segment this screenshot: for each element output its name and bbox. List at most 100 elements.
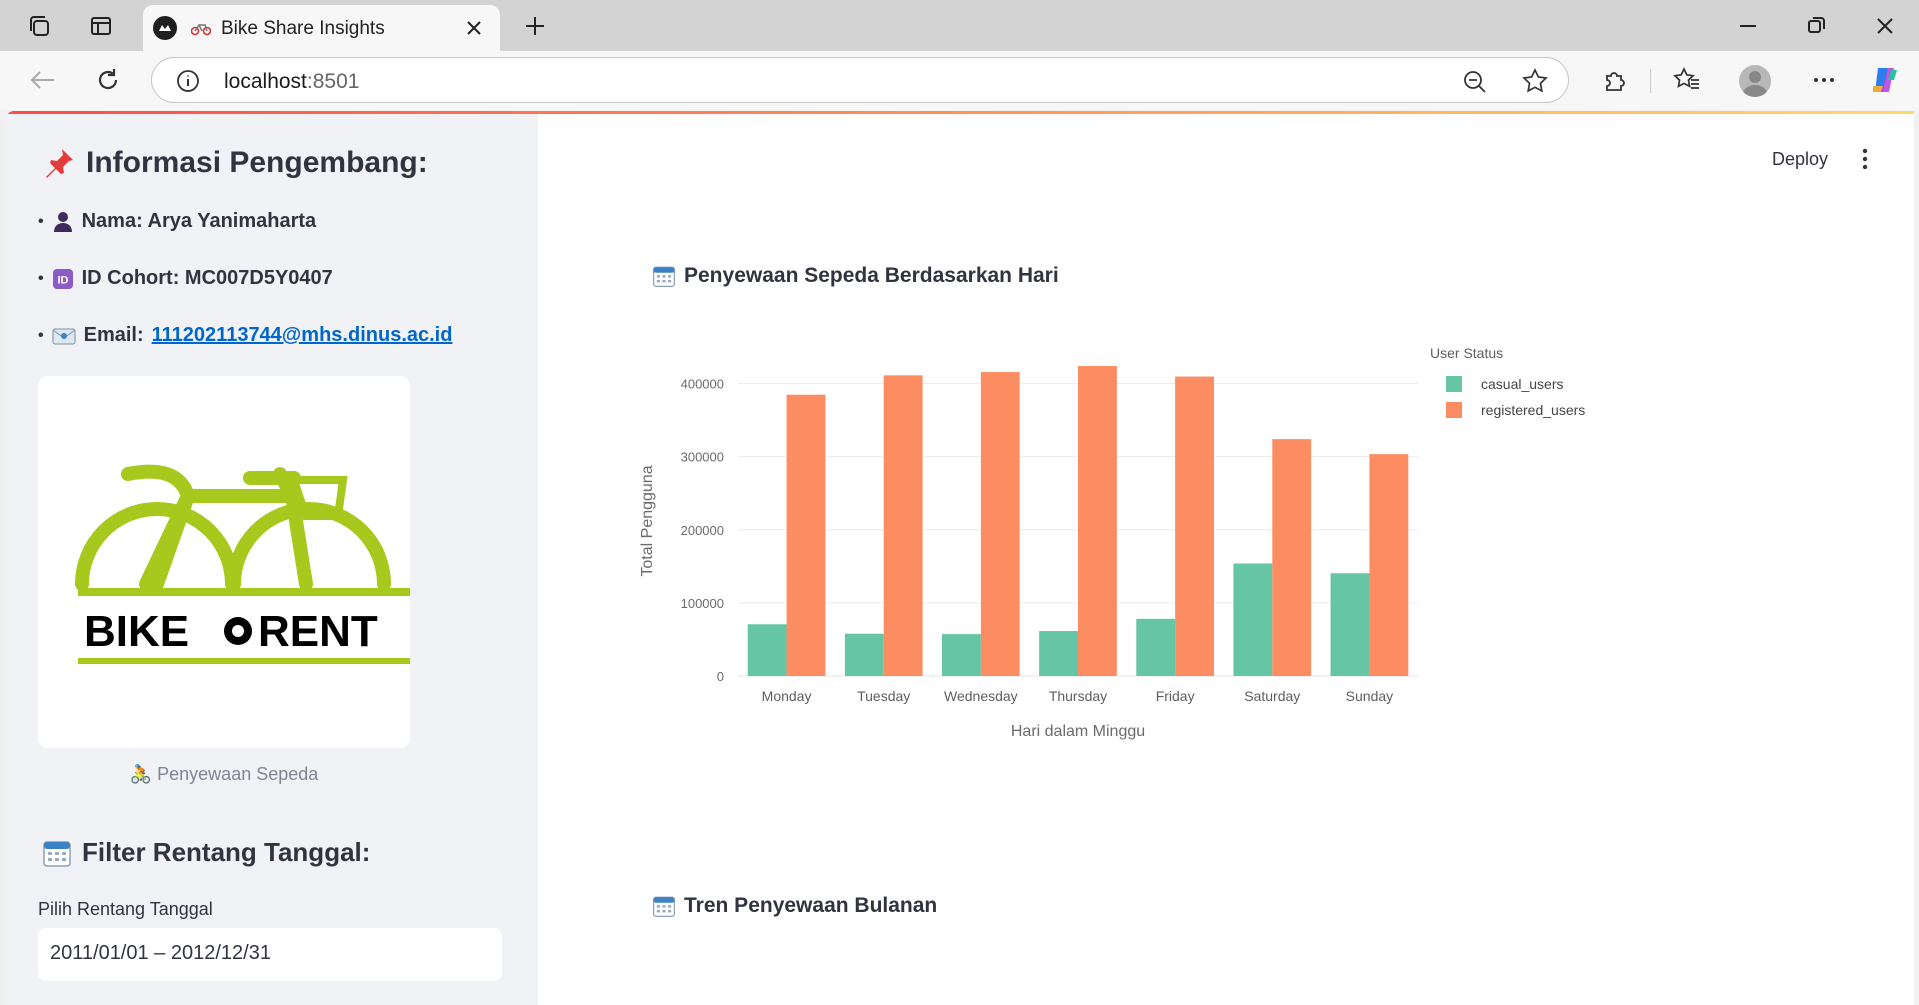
url-text[interactable]: localhost:8501	[224, 70, 359, 94]
streamlit-favicon-icon	[153, 16, 177, 40]
close-tab-icon[interactable]	[462, 16, 486, 40]
bar-casual_users	[942, 634, 981, 676]
filter-heading-text: Filter Rentang Tanggal:	[82, 837, 371, 867]
x-tick-label: Friday	[1156, 688, 1195, 704]
x-axis-label: Hari dalam Minggu	[1011, 723, 1145, 740]
bar-registered_users	[1175, 376, 1214, 676]
browser-toolbar: localhost:8501	[0, 51, 1919, 110]
x-tick-label: Tuesday	[857, 688, 910, 704]
y-tick-label: 100000	[681, 596, 724, 611]
tab-title: Bike Share Insights	[221, 18, 385, 39]
chart-bars	[747, 366, 1409, 676]
bike-rent-logo-image: BIKE RENT	[75, 464, 412, 664]
y-tick-label: 200000	[681, 523, 724, 538]
x-tick-label: Monday	[762, 688, 812, 704]
x-tick-label: Wednesday	[944, 688, 1018, 704]
legend-swatch	[1446, 402, 1462, 418]
more-options-icon[interactable]	[1811, 68, 1837, 92]
toolbar-divider	[1650, 69, 1651, 93]
y-tick-label: 0	[717, 669, 724, 684]
streamlit-app: Informasi Pengembang: • Nama: Arya Yanim…	[6, 111, 1914, 1005]
x-tick-label: Saturday	[1244, 688, 1300, 704]
developer-info-heading-text: Informasi Pengembang:	[86, 146, 428, 179]
browser-tab-bar: Bike Share Insights	[0, 0, 1919, 51]
email-link[interactable]: 111202113744@mhs.dinus.ac.id	[152, 324, 453, 347]
chart1-title-text: Penyewaan Sepeda Berdasarkan Hari	[684, 264, 1059, 287]
favorites-icon[interactable]	[1673, 66, 1701, 94]
developer-cohort-item: • ID ID Cohort: MC007D5Y0407	[38, 267, 333, 289]
legend-label: casual_users	[1481, 376, 1564, 392]
address-bar[interactable]: localhost:8501	[151, 57, 1569, 103]
gear-icon	[224, 617, 252, 645]
email-prefix: Email:	[83, 324, 144, 346]
x-tick-label: Thursday	[1049, 688, 1107, 704]
cyclist-icon: 🚴	[129, 764, 153, 784]
extensions-icon[interactable]	[1601, 67, 1627, 93]
legend-label: registered_users	[1481, 402, 1585, 418]
refresh-icon[interactable]	[94, 66, 122, 94]
filter-heading: Filter Rentang Tanggal:	[42, 837, 370, 868]
bar-registered_users	[980, 372, 1020, 676]
developer-name: Nama: Arya Yanimaharta	[81, 210, 317, 232]
bar-registered_users	[883, 375, 923, 676]
bar-registered_users	[1272, 439, 1312, 676]
legend-title: User Status	[1430, 345, 1503, 361]
logo-text-bike: BIKE	[84, 607, 189, 656]
x-tick-label: Sunday	[1346, 688, 1393, 704]
y-tick-label: 400000	[681, 377, 724, 392]
date-range-input[interactable]: 2011/01/01 – 2012/12/31	[38, 928, 502, 981]
sidebar: Informasi Pengembang: • Nama: Arya Yanim…	[6, 114, 538, 1005]
bicycle-icon	[191, 24, 211, 36]
bike-rent-logo: BIKE RENT	[38, 376, 412, 748]
chart1-title: Penyewaan Sepeda Berdasarkan Hari	[652, 264, 1059, 288]
bar-casual_users	[747, 624, 787, 676]
developer-info-heading: Informasi Pengembang:	[42, 146, 428, 180]
chart2-title-text: Tren Penyewaan Bulanan	[684, 894, 938, 917]
main-content: Deploy Penyewaan Sepeda Berdasarkan Hari…	[538, 114, 1914, 1005]
pushpin-icon	[46, 149, 73, 178]
deploy-button[interactable]: Deploy	[1772, 149, 1828, 170]
minimize-icon[interactable]	[1733, 11, 1763, 41]
main-menu-icon[interactable]	[1861, 147, 1869, 171]
email-envelope-icon	[52, 328, 76, 344]
calendar-icon	[653, 896, 675, 917]
bar-chart: 0 100000 200000 300000 400000 Monday Tuesday We…	[639, 345, 1585, 740]
tab-actions-icon[interactable]	[86, 11, 116, 41]
calendar-icon	[43, 840, 71, 867]
profile-avatar[interactable]	[1739, 65, 1771, 97]
svg-text:ID: ID	[57, 274, 68, 286]
workspaces-icon[interactable]	[24, 11, 54, 41]
bar-casual_users	[1039, 631, 1078, 676]
url-port: :8501	[306, 70, 360, 93]
restore-icon[interactable]	[1801, 11, 1831, 41]
site-info-icon[interactable]	[176, 69, 200, 93]
logo-caption-text: Penyewaan Sepeda	[157, 764, 319, 784]
y-tick-label: 300000	[681, 450, 724, 465]
url-host: localhost	[224, 70, 307, 93]
developer-cohort: ID Cohort: MC007D5Y0407	[81, 267, 333, 289]
calendar-icon	[653, 266, 675, 287]
new-tab-icon[interactable]	[520, 11, 550, 41]
copilot-icon[interactable]	[1869, 64, 1901, 96]
chart-legend: User Status casual_users registered_users	[1430, 345, 1585, 418]
bar-registered_users	[1369, 454, 1409, 676]
bar-casual_users	[1233, 563, 1273, 676]
bar-registered_users	[1078, 366, 1117, 676]
legend-swatch	[1446, 376, 1462, 392]
close-window-icon[interactable]	[1870, 11, 1900, 41]
date-range-label: Pilih Rentang Tanggal	[38, 899, 213, 919]
bar-registered_users	[786, 394, 826, 676]
chart2-title: Tren Penyewaan Bulanan	[652, 894, 937, 918]
logo-text-rent: RENT	[258, 607, 378, 656]
developer-email-item: • Email: 111202113744@mhs.dinus.ac.id	[38, 324, 453, 347]
back-arrow-icon[interactable]	[28, 68, 56, 92]
bar-casual_users	[1330, 573, 1370, 676]
y-axis-label: Total Pengguna	[639, 465, 656, 576]
id-badge-icon: ID	[52, 268, 73, 289]
logo-caption: 🚴 Penyewaan Sepeda	[38, 764, 410, 785]
zoom-out-icon[interactable]	[1462, 69, 1488, 95]
favorite-star-icon[interactable]	[1522, 68, 1548, 94]
user-icon	[53, 211, 72, 232]
developer-name-item: • Nama: Arya Yanimaharta	[38, 210, 317, 232]
active-tab[interactable]: Bike Share Insights	[143, 5, 500, 51]
